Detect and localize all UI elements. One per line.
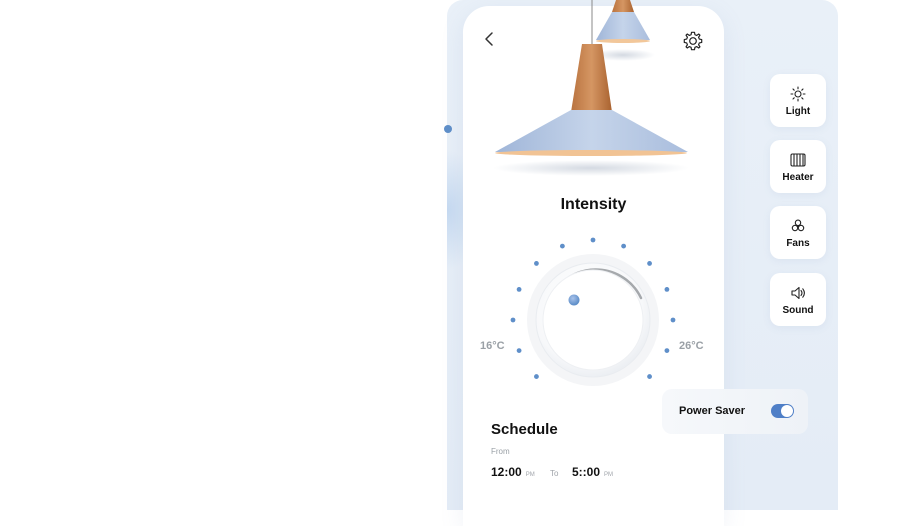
device-button-light[interactable]: Light xyxy=(770,74,826,127)
speaker-icon xyxy=(789,284,807,302)
dial-tick-dot xyxy=(516,286,522,292)
to-time-period: PM xyxy=(604,472,614,478)
dial-tick-dot xyxy=(559,243,565,249)
temperature-max-label: 26°C xyxy=(679,340,704,352)
temperature-min-label: 16°C xyxy=(480,340,505,352)
schedule-title: Schedule xyxy=(491,421,558,438)
chevron-left-icon xyxy=(485,32,493,46)
device-label-light: Light xyxy=(785,105,811,117)
schedule-to-time[interactable]: 5::00 PM xyxy=(572,465,613,479)
dial-tick-dot xyxy=(647,261,652,266)
intensity-title: Intensity xyxy=(560,196,627,213)
dial-tick-dot xyxy=(647,374,652,379)
dial-tick-dot xyxy=(534,261,539,266)
device-label-fans: Fans xyxy=(786,237,810,249)
from-time-value: 12:00 xyxy=(491,465,522,479)
dial-tick-dot xyxy=(590,237,596,243)
device-button-sound[interactable]: Sound xyxy=(770,273,826,326)
to-time-value: 5::00 xyxy=(572,465,601,479)
intensity-dial[interactable] xyxy=(505,230,680,390)
edge-indicator-dot xyxy=(444,125,452,133)
from-time-period: PM xyxy=(525,472,535,478)
device-label-sound: Sound xyxy=(782,304,814,316)
dial-tick-dot xyxy=(510,317,516,323)
device-label-heater: Heater xyxy=(782,171,814,183)
power-saver-card: Power Saver xyxy=(662,389,808,434)
dial-tick-dot xyxy=(670,317,676,323)
device-button-fans[interactable]: Fans xyxy=(770,206,826,259)
fan-icon xyxy=(789,217,807,235)
dial-tick-dot xyxy=(621,243,627,249)
device-button-heater[interactable]: Heater xyxy=(770,140,826,193)
dial-tick-dot xyxy=(664,286,670,292)
back-button[interactable] xyxy=(478,28,500,50)
schedule-to-label: To xyxy=(550,469,559,478)
dial-tick-dot xyxy=(534,374,539,379)
power-saver-toggle[interactable] xyxy=(771,404,794,418)
dial-knob[interactable] xyxy=(568,294,580,306)
dial-tick-dot xyxy=(664,348,670,354)
dial-tick-dot xyxy=(516,348,522,354)
schedule-from-label: From xyxy=(491,447,510,456)
schedule-from-time[interactable]: 12:00 PM xyxy=(491,465,535,479)
sun-icon xyxy=(789,85,807,103)
settings-button[interactable] xyxy=(681,29,705,53)
power-saver-label: Power Saver xyxy=(679,405,746,417)
heater-icon xyxy=(789,151,807,169)
gear-icon xyxy=(683,31,703,51)
pendant-lamp-illustration xyxy=(493,0,689,176)
toggle-knob xyxy=(781,405,793,417)
